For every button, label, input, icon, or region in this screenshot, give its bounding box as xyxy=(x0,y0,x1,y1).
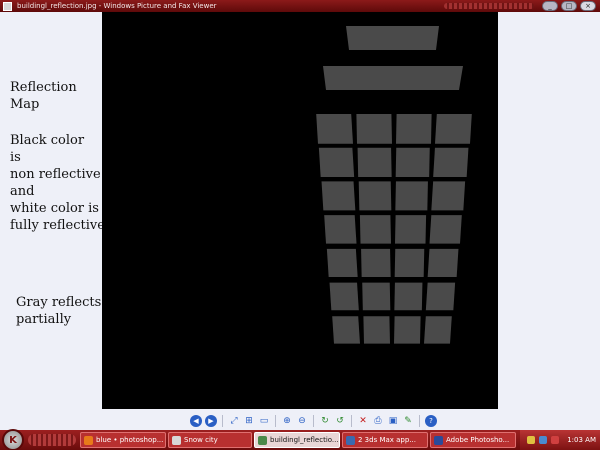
window-panel xyxy=(429,215,462,244)
taskbar-button[interactable]: buildingl_reflectio... xyxy=(254,432,340,448)
window-panel xyxy=(395,215,427,244)
clock: 1:03 AM xyxy=(567,436,596,444)
window-panel xyxy=(396,114,432,144)
taskbar-app-icon xyxy=(434,435,443,445)
window-panel xyxy=(357,147,392,178)
actual-size-icon[interactable]: ⊞ xyxy=(243,415,255,427)
zoom-in-icon[interactable]: ⊕ xyxy=(281,415,293,427)
taskbar-app-icon xyxy=(84,435,93,445)
help-icon[interactable]: ? xyxy=(425,415,437,427)
taskbar-button-label: Snow city xyxy=(184,436,218,444)
slideshow-icon[interactable]: ▭ xyxy=(258,415,270,427)
annotation-line: fully reflective xyxy=(10,218,105,233)
taskbar-app-icon xyxy=(172,435,181,445)
annotation-line: Reflection xyxy=(10,80,77,95)
toolbar-separator xyxy=(351,415,352,427)
image-canvas[interactable] xyxy=(102,12,498,409)
tray-icon[interactable] xyxy=(551,436,560,444)
taskbar-button-label: 2 3ds Max app... xyxy=(358,436,416,444)
rotate-counterclockwise-icon[interactable]: ↺ xyxy=(334,415,346,427)
window-panel xyxy=(324,215,357,244)
delete-icon[interactable]: ✕ xyxy=(357,415,369,427)
window-panel xyxy=(326,248,358,277)
print-icon[interactable]: ⎙ xyxy=(372,415,384,427)
taskbar-button-label: Adobe Photosho... xyxy=(446,436,510,444)
next-image-icon[interactable]: ▶ xyxy=(205,415,217,427)
window-panel xyxy=(395,181,428,211)
title-bar-decoration xyxy=(444,3,534,9)
edit-icon[interactable]: ✎ xyxy=(402,415,414,427)
annotation-line: partially xyxy=(16,312,72,327)
system-tray: 1:03 AM xyxy=(520,430,600,450)
tray-icon[interactable] xyxy=(527,436,536,444)
window-panel xyxy=(318,147,355,178)
annotation-reflection-map: Reflection Map xyxy=(10,79,77,113)
annotation-line: white color is xyxy=(10,201,99,216)
taskbar-button[interactable]: Snow city xyxy=(168,432,252,448)
annotation-black-white: Black color is non reflective and white … xyxy=(10,132,105,234)
window-controls: _ □ × xyxy=(542,1,596,11)
annotation-line: non reflective xyxy=(10,167,101,182)
start-button[interactable]: K xyxy=(2,429,24,450)
taskbar-button[interactable]: blue • photoshop... xyxy=(80,432,166,448)
taskbar-button-label: blue • photoshop... xyxy=(96,436,164,444)
window-title: buildingl_reflection.jpg - Windows Pictu… xyxy=(17,2,217,10)
picture-viewer-app-icon[interactable] xyxy=(3,1,12,11)
roof-panel-middle xyxy=(323,66,463,90)
window-panel xyxy=(395,147,430,178)
tray-icon[interactable] xyxy=(539,436,548,444)
window-panel xyxy=(433,147,469,178)
reflection-map-image xyxy=(316,26,472,344)
maximize-button[interactable]: □ xyxy=(561,1,577,11)
rotate-clockwise-icon[interactable]: ↻ xyxy=(319,415,331,427)
window-panel xyxy=(435,114,472,144)
window-panel xyxy=(358,181,392,211)
window-panel-grid xyxy=(316,114,472,344)
toolbar-separator xyxy=(313,415,314,427)
toolbar-separator xyxy=(275,415,276,427)
taskbar-button-label: buildingl_reflectio... xyxy=(270,436,339,444)
window-panel xyxy=(356,114,392,144)
annotation-line: is xyxy=(10,150,21,165)
window-panel xyxy=(361,248,391,277)
window-panel xyxy=(316,114,353,144)
taskbar: K 1:03 AM blue • photoshop... Snow city bu… xyxy=(0,429,600,450)
window-panel xyxy=(329,282,359,311)
annotation-line: and xyxy=(10,184,35,199)
window-panel xyxy=(431,181,466,211)
window-panel xyxy=(394,248,425,277)
annotation-gray: Gray reflects partially xyxy=(16,294,101,328)
window-panel xyxy=(359,215,391,244)
window-panel xyxy=(425,282,456,311)
minimize-button[interactable]: _ xyxy=(542,1,558,11)
window-panel xyxy=(394,282,423,311)
viewer-toolbar: ◀ ▶ ⤢ ⊞ ▭ ⊕ ⊖ ↻ ↺ ✕ ⎙ ▣ ✎? xyxy=(190,413,437,429)
title-bar[interactable]: buildingl_reflection.jpg - Windows Pictu… xyxy=(0,0,600,12)
window-panel xyxy=(394,316,421,344)
roof-panel-top xyxy=(346,26,439,50)
copy-to-icon[interactable]: ▣ xyxy=(387,415,399,427)
taskbar-app-icon xyxy=(346,435,355,445)
window-panel xyxy=(427,248,459,277)
window-panel xyxy=(363,316,390,344)
best-fit-icon[interactable]: ⤢ xyxy=(228,415,240,427)
close-button[interactable]: × xyxy=(580,1,596,11)
zoom-out-icon[interactable]: ⊖ xyxy=(296,415,308,427)
window-panel xyxy=(321,181,356,211)
annotation-line: Gray reflects xyxy=(16,295,102,310)
window-panel xyxy=(424,316,452,344)
toolbar-separator xyxy=(419,415,420,427)
window-panel xyxy=(362,282,391,311)
annotation-line: Black color xyxy=(10,133,85,148)
taskbar-button[interactable]: Adobe Photosho... xyxy=(430,432,516,448)
taskbar-app-icon xyxy=(258,435,267,445)
previous-image-icon[interactable]: ◀ xyxy=(190,415,202,427)
window-panel xyxy=(332,316,360,344)
annotation-line: Map xyxy=(10,97,40,112)
taskbar-button[interactable]: 2 3ds Max app... xyxy=(342,432,428,448)
toolbar-separator xyxy=(222,415,223,427)
quick-launch-area[interactable] xyxy=(28,434,76,446)
